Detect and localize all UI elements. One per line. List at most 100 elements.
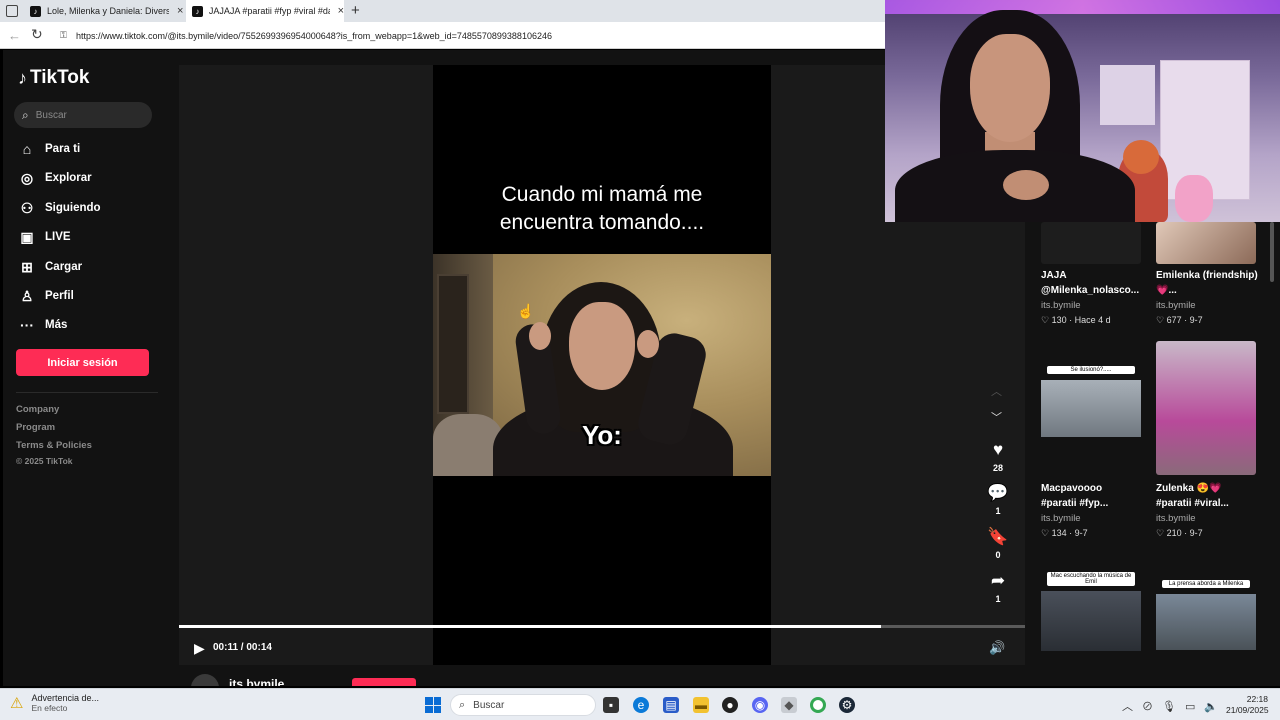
doll-head: [1123, 140, 1159, 174]
weather-warning-widget[interactable]: ⚠ Advertencia de... En efecto: [10, 693, 99, 713]
like-button[interactable]: ♥ 28: [986, 440, 1010, 473]
bookmark-icon: 🔖: [987, 527, 1009, 546]
tab-close-icon[interactable]: ×: [177, 5, 183, 17]
caption-line-2: encuentra tomando....: [499, 211, 705, 234]
video-thumbnail[interactable]: [1156, 222, 1256, 264]
browser-tab-2[interactable]: ♪ JAJAJA #paratii #fyp #viral #danie ×: [186, 0, 344, 22]
task-view-icon[interactable]: ▪: [603, 697, 619, 713]
home-icon: ⌂: [22, 141, 32, 157]
next-video-icon[interactable]: ﹀: [991, 409, 1002, 425]
video-thumbnail[interactable]: Mac escuchando la música de Emil: [1041, 554, 1141, 654]
discord-icon[interactable]: ◉: [752, 697, 768, 713]
progress-bar[interactable]: [179, 625, 1025, 628]
tiktok-page: ♪ TikTok ⌕ Buscar ⌂ Para ti ◎ Explorar ⚇…: [3, 50, 1025, 686]
footer-link-company[interactable]: Company: [16, 404, 59, 415]
app-icon[interactable]: ●: [722, 697, 738, 713]
nav-cargar[interactable]: ⊞ Cargar: [17, 256, 82, 278]
clock[interactable]: 22:18 21/09/2025: [1226, 694, 1269, 716]
video-thumbnail[interactable]: Se ilusionó?.....: [1041, 341, 1141, 475]
reload-icon[interactable]: ↻: [31, 26, 43, 43]
tab-title: Lole, Milenka y Daniela: Diversión: [47, 6, 169, 16]
video-thumbnail[interactable]: [1041, 222, 1141, 264]
avatar[interactable]: [191, 674, 219, 686]
volume-icon[interactable]: 🔊: [989, 640, 1005, 656]
clip-person-hand: [529, 322, 551, 350]
tab-actions-icon[interactable]: [6, 5, 18, 17]
system-tray[interactable]: ︿⊘🎙▭🔈: [1122, 698, 1227, 714]
divider: [16, 392, 158, 393]
video-title[interactable]: Emilenka (friendship) 💗...: [1156, 268, 1264, 298]
video-caption: Cuando mi mamá me encuentra tomando....: [433, 181, 771, 237]
file-explorer-icon[interactable]: ▬: [693, 697, 709, 713]
video-thumbnail[interactable]: [1156, 341, 1256, 475]
follow-button[interactable]: [352, 678, 416, 686]
video-stats: ♡ 677 · 9-7: [1156, 315, 1203, 325]
windows-start-icon[interactable]: [425, 697, 441, 713]
video-author[interactable]: its.bymile: [1041, 513, 1081, 524]
tab-close-icon[interactable]: ×: [338, 5, 344, 17]
nav-perfil[interactable]: ♙ Perfil: [17, 285, 74, 307]
nav-explorar[interactable]: ◎ Explorar: [17, 167, 92, 189]
nav-live[interactable]: ▣ LIVE: [17, 226, 71, 248]
heart-icon: ♥: [992, 440, 1004, 459]
comment-button[interactable]: 💬 1: [986, 483, 1010, 516]
edge-icon[interactable]: e: [633, 697, 649, 713]
nav-label: Cargar: [45, 261, 83, 273]
tiktok-logo[interactable]: ♪ TikTok: [18, 67, 89, 89]
share-count: 1: [995, 594, 1001, 604]
footer-link-program[interactable]: Program: [16, 422, 55, 433]
site-info-icon[interactable]: ⚿: [60, 30, 70, 41]
like-count: 130: [1051, 315, 1067, 325]
new-tab-button[interactable]: +: [351, 2, 360, 19]
clock-time: 22:18: [1246, 694, 1268, 704]
video-stats: ♡ 210 · 9-7: [1156, 528, 1203, 538]
nav-label: LIVE: [45, 231, 71, 243]
like-count: 210: [1166, 528, 1182, 538]
share-button[interactable]: ➦ 1: [986, 571, 1010, 604]
video-title[interactable]: Macpavoooo #paratii #fyp...: [1041, 481, 1149, 511]
nav-mas[interactable]: ··· Más: [17, 314, 67, 336]
webcam-overlay: [885, 0, 1280, 222]
nav-label: Perfil: [45, 290, 74, 302]
app-icon[interactable]: ◆: [781, 697, 797, 713]
tiktok-note-icon: ♪: [18, 67, 27, 88]
store-icon[interactable]: ▤: [663, 697, 679, 713]
video-author[interactable]: its.bymile: [1156, 513, 1196, 524]
login-button[interactable]: Iniciar sesión: [16, 349, 149, 376]
title-line: #paratii #fyp...: [1041, 498, 1109, 509]
author-name[interactable]: its.bymile: [229, 677, 284, 686]
title-line: JAJA: [1041, 270, 1067, 281]
nav-para-ti[interactable]: ⌂ Para ti: [17, 138, 80, 160]
steam-icon[interactable]: ⚙: [839, 697, 855, 713]
video-author[interactable]: its.bymile: [1041, 300, 1081, 311]
streamer-face: [970, 34, 1050, 142]
copyright-text: © 2025 TikTok: [16, 456, 73, 466]
scrollbar[interactable]: [1270, 222, 1274, 282]
clip-person-face: [569, 302, 635, 390]
previous-video-icon[interactable]: ︿: [991, 383, 1002, 399]
nav-siguiendo[interactable]: ⚇ Siguiendo: [17, 197, 101, 219]
video-frame[interactable]: Cuando mi mamá me encuentra tomando.... …: [433, 65, 771, 665]
browser-tab-bar: ♪ Lole, Milenka y Daniela: Diversión × ♪…: [0, 0, 885, 22]
browser-tab-1[interactable]: ♪ Lole, Milenka y Daniela: Diversión ×: [24, 0, 186, 22]
upload-icon: ⊞: [21, 258, 33, 275]
chrome-icon[interactable]: [810, 697, 826, 713]
video-author[interactable]: its.bymile: [1156, 300, 1196, 311]
video-clip-image: Yo:: [433, 254, 771, 476]
video-thumbnail[interactable]: La prensa aborda a Milenka: [1156, 554, 1256, 654]
save-button[interactable]: 🔖 0: [986, 527, 1010, 560]
taskbar-search-input[interactable]: ⌕ Buscar: [450, 694, 596, 716]
search-input[interactable]: ⌕ Buscar: [14, 102, 152, 128]
post-date: 9-7: [1189, 315, 1203, 325]
thumbnail-image: [1041, 591, 1141, 651]
back-arrow-icon[interactable]: ←: [8, 28, 21, 43]
play-icon[interactable]: ▶: [194, 640, 205, 657]
more-icon: ···: [20, 317, 34, 333]
footer-link-terms[interactable]: Terms & Policies: [16, 440, 92, 451]
video-title[interactable]: JAJA @Milenka_nolasco...: [1041, 268, 1149, 298]
video-title[interactable]: Zulenka 😍💗 #paratii #viral...: [1156, 481, 1264, 511]
led-strip: [885, 0, 1280, 14]
title-line: #paratii #viral...: [1156, 498, 1229, 509]
thumbnail-label: Se ilusionó?.....: [1047, 366, 1135, 374]
url-field[interactable]: ⚿ https://www.tiktok.com/@its.bymile/vid…: [54, 25, 882, 46]
